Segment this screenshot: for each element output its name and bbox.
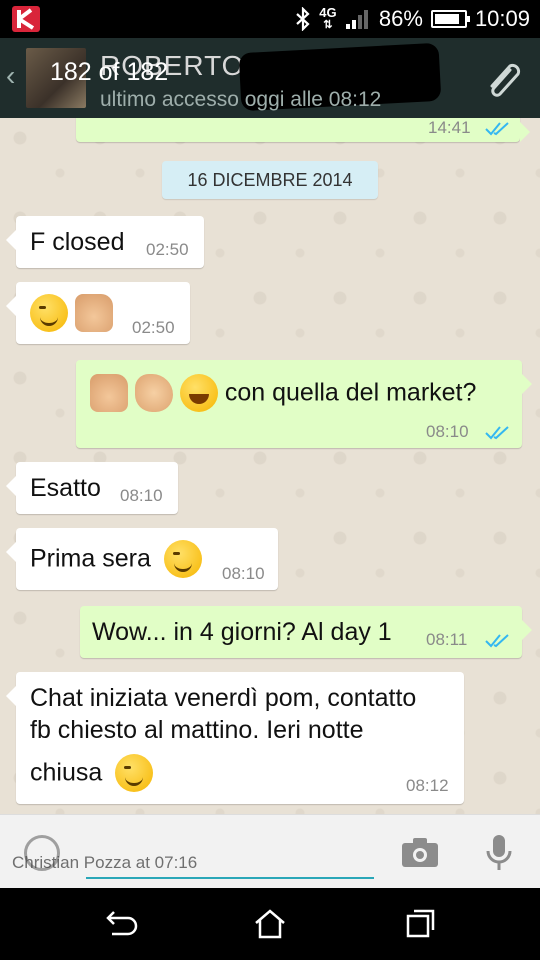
paperclip-icon[interactable] — [484, 56, 524, 100]
message-text: con quella del market? — [224, 378, 477, 407]
winking-face-emoji — [115, 754, 154, 792]
message-time: 08:12 — [406, 776, 449, 795]
message-time: 08:10 — [426, 422, 469, 441]
message-time: 02:50 — [132, 318, 175, 337]
thumbs-up-emoji — [74, 294, 113, 332]
message-text: Esatto — [30, 474, 101, 502]
recent-apps-nav-icon[interactable] — [402, 906, 438, 942]
message-text-line: chiusa — [30, 758, 103, 787]
message-list[interactable]: 14:41 16 DICEMBRE 2014 F closed 02:50 02… — [0, 118, 540, 814]
gallery-counter: 182 of 182 — [50, 58, 169, 86]
home-nav-icon[interactable] — [252, 906, 288, 942]
message-time: 14:41 — [428, 118, 471, 137]
message-bubble-incoming[interactable]: F closed 02:50 — [6, 216, 204, 268]
message-text: Prima sera — [30, 544, 151, 573]
message-text-line: Chat iniziata venerdì pom, contatto — [30, 684, 417, 712]
compose-bar: Christian Pozza at 07:16 — [0, 814, 540, 888]
message-time: 02:50 — [146, 240, 189, 259]
message-text-line: fb chiesto al mattino. Ieri notte — [30, 716, 364, 744]
date-separator: 16 DICEMBRE 2014 — [162, 161, 378, 199]
clock: 10:09 — [474, 6, 530, 31]
back-nav-icon[interactable] — [102, 906, 138, 942]
microphone-icon[interactable] — [484, 833, 514, 873]
message-time: 08:11 — [426, 630, 468, 649]
message-bubble-incoming[interactable]: Prima sera 08:10 — [6, 528, 278, 590]
message-bubble-incoming[interactable]: Esatto 08:10 — [6, 462, 178, 514]
camera-icon[interactable] — [400, 837, 440, 869]
clapping-hands-emoji — [134, 374, 173, 412]
message-bubble-incoming[interactable]: Chat iniziata venerdì pom, contatto fb c… — [6, 672, 464, 804]
tears-of-joy-emoji — [179, 374, 218, 412]
message-bubble-outgoing[interactable]: Wow... in 4 giorni? Al day 1 08:11 — [80, 606, 532, 658]
kaspersky-app-icon — [12, 6, 40, 32]
message-text: Wow... in 4 giorni? Al day 1 — [92, 618, 392, 646]
bluetooth-icon — [296, 7, 310, 31]
last-seen-status: ultimo accesso oggi alle 08:12 — [100, 88, 382, 111]
message-text: F closed — [30, 228, 125, 256]
chat-header[interactable]: ‹ ROBERTO C ultimo accesso oggi alle 08:… — [0, 38, 540, 118]
message-bubble-outgoing[interactable]: con quella del market? 08:10 — [76, 360, 532, 448]
watermark-text: Christian Pozza at 07:16 — [12, 853, 198, 872]
message-time: 08:10 — [120, 486, 163, 505]
status-bar: 4G ⇅ 86% 10:09 — [0, 0, 540, 38]
battery-percentage: 86% — [378, 6, 423, 31]
message-bubble-outgoing[interactable]: 14:41 — [76, 118, 530, 142]
read-ticks-icon — [485, 426, 509, 440]
winking-face-emoji — [30, 294, 68, 332]
signal-strength-icon — [345, 10, 368, 29]
network-4g-icon: 4G ⇅ — [319, 5, 337, 31]
battery-icon — [430, 10, 470, 28]
message-bubble-incoming[interactable]: 02:50 — [6, 282, 190, 344]
back-chevron-icon[interactable]: ‹ — [6, 60, 15, 92]
read-ticks-icon — [485, 634, 509, 648]
read-ticks-icon — [485, 122, 509, 136]
thumbs-up-emoji — [90, 374, 128, 412]
system-nav-bar — [0, 888, 540, 960]
winking-face-emoji — [163, 540, 202, 578]
message-time: 08:10 — [222, 564, 265, 583]
